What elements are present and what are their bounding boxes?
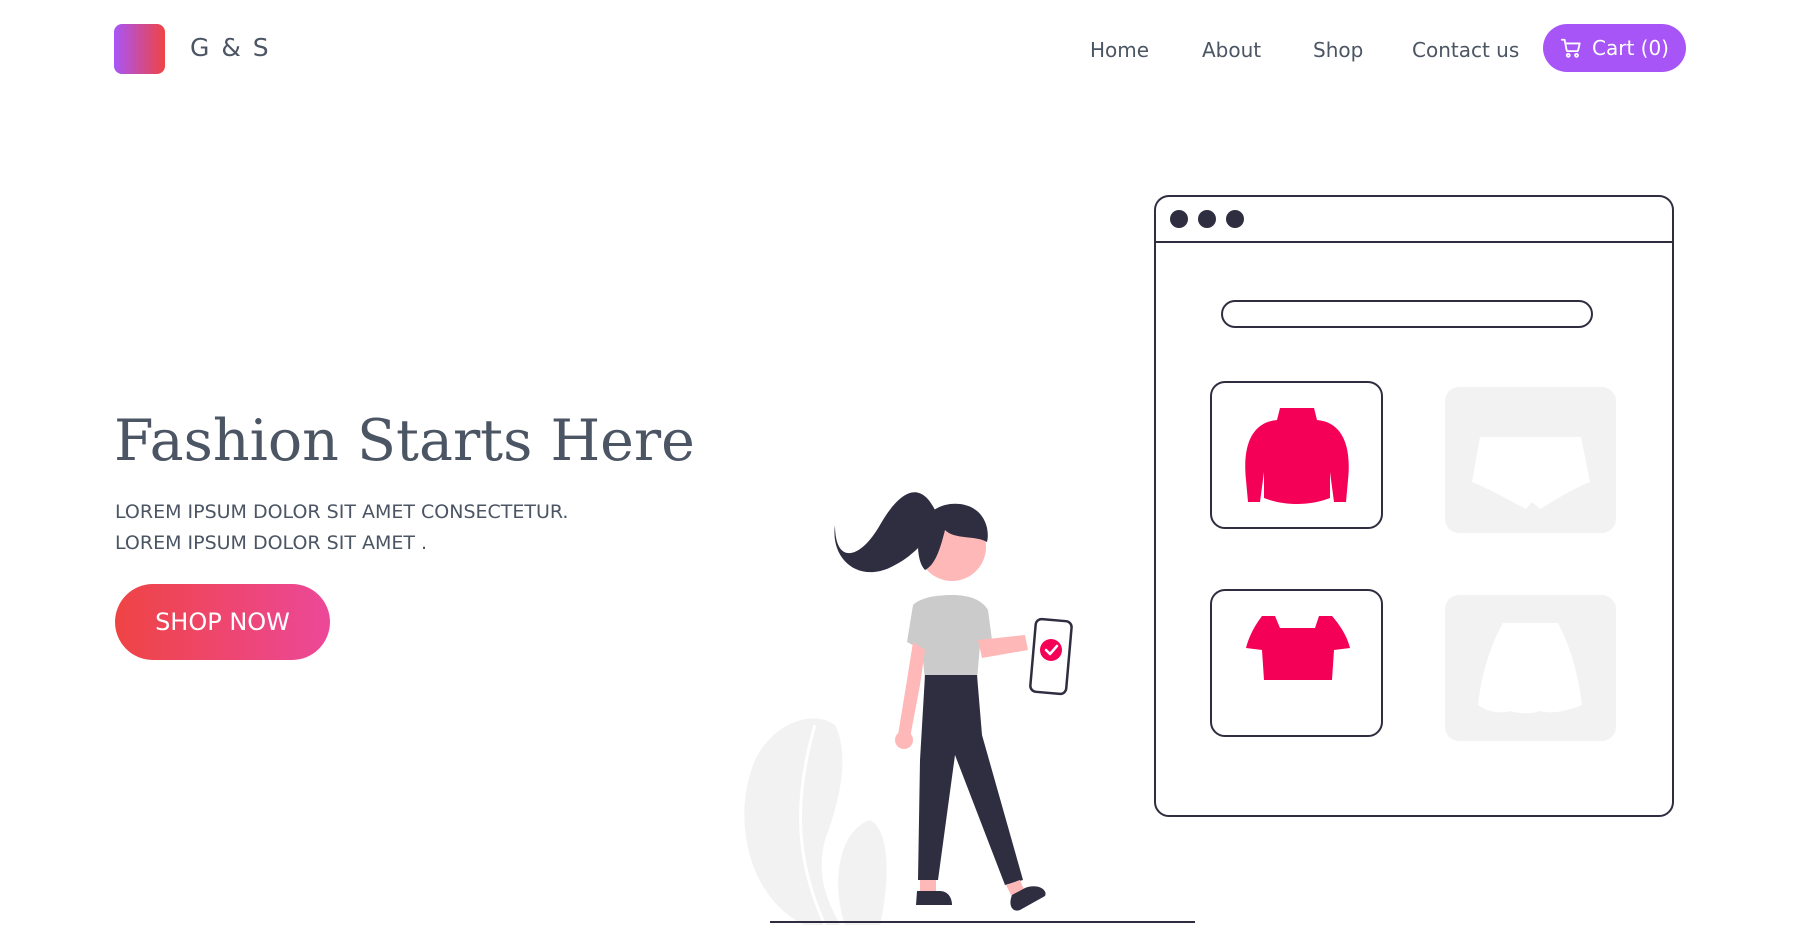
nav-link-shop[interactable]: Shop xyxy=(1313,38,1363,62)
brand-name[interactable]: G & S xyxy=(190,33,271,62)
hero-title: Fashion Starts Here xyxy=(114,408,695,474)
leaf-plant-decoration xyxy=(744,718,887,925)
hero-subtitle-line-1: LOREM IPSUM DOLOR SIT AMET CONSECTETUR. xyxy=(115,501,569,523)
nav-link-contact[interactable]: Contact us xyxy=(1412,38,1519,62)
cart-icon xyxy=(1560,37,1582,59)
nav-link-home[interactable]: Home xyxy=(1090,38,1149,62)
cart-label: Cart (0) xyxy=(1592,36,1669,60)
shop-now-button[interactable]: SHOP NOW xyxy=(115,584,330,660)
shopping-illustration xyxy=(744,195,1674,925)
browser-window-illustration xyxy=(1154,195,1674,817)
nav-link-about[interactable]: About xyxy=(1202,38,1261,62)
cart-button[interactable]: Cart (0) xyxy=(1543,24,1686,72)
landing-page: G & S Home About Shop Contact us Cart (0… xyxy=(0,0,1801,927)
brand-logo[interactable] xyxy=(114,24,165,74)
hero-subtitle-line-2: LOREM IPSUM DOLOR SIT AMET . xyxy=(115,532,428,554)
